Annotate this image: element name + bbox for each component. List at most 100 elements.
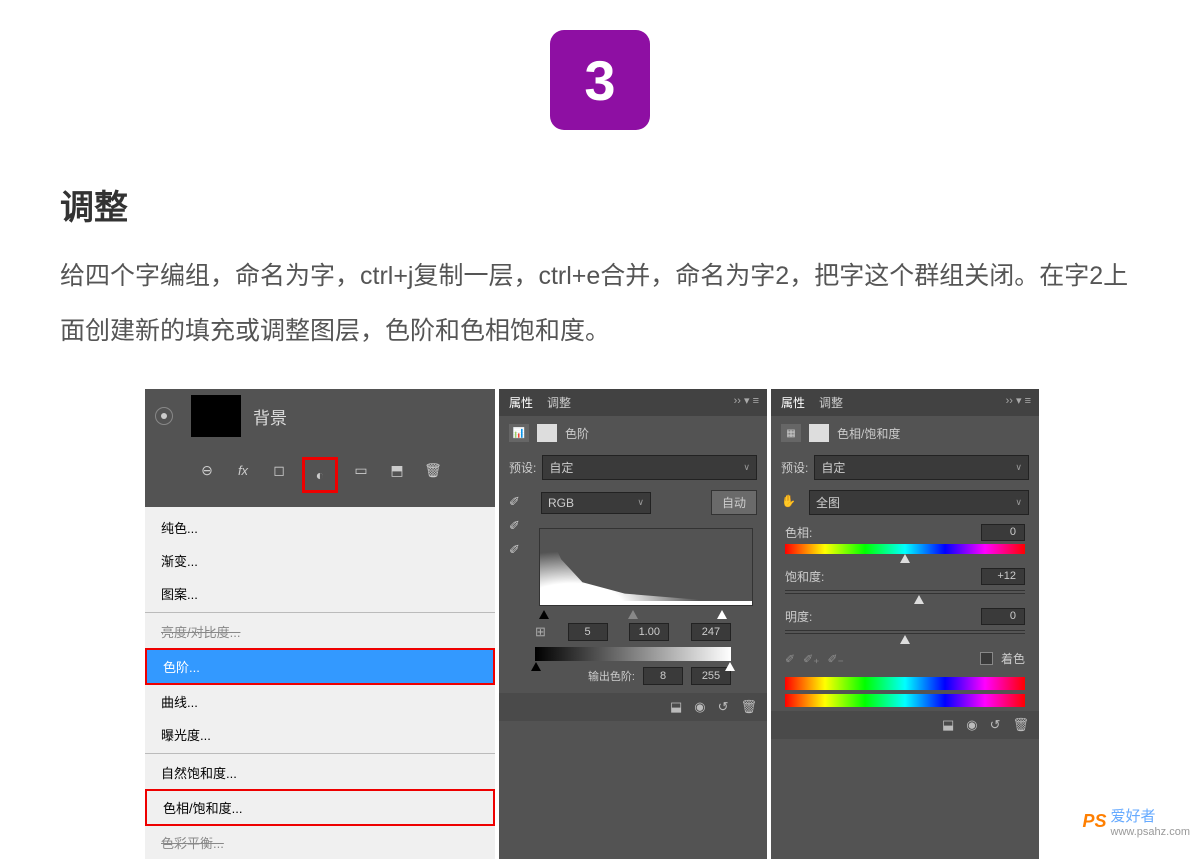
adjustment-button-highlight: ◐ [302, 457, 338, 493]
input-sliders[interactable] [539, 610, 727, 619]
midtone-input[interactable]: 1.00 [629, 623, 669, 641]
light-thumb[interactable] [900, 635, 910, 644]
levels-icon: 📊 [509, 424, 529, 442]
highlight-slider[interactable] [717, 610, 727, 619]
menu-hue-sat[interactable]: 色相/饱和度... [145, 789, 495, 826]
menu-solid-color[interactable]: 纯色... [145, 511, 495, 544]
hue-value[interactable]: 0 [981, 524, 1025, 541]
menu-curves[interactable]: 曲线... [145, 685, 495, 718]
link-icon[interactable]: ⊖ [194, 457, 220, 483]
highlight-input[interactable]: 247 [691, 623, 731, 641]
preset-dropdown[interactable]: 自定 ∨ [542, 455, 757, 480]
hue-label: 色相: [785, 524, 812, 541]
mask-thumb-icon [809, 424, 829, 442]
reset-icon[interactable]: ↺ [990, 717, 1001, 733]
delete-icon[interactable]: 🗑 [420, 457, 446, 483]
histogram[interactable] [539, 528, 753, 606]
hue-thumb[interactable] [900, 554, 910, 563]
eyedropper-plus-icon[interactable]: ✐₊ [803, 652, 819, 666]
chevron-down-icon: ∨ [1015, 462, 1022, 473]
auto-button[interactable]: 自动 [711, 490, 757, 515]
trash-icon[interactable]: 🗑 [1012, 717, 1029, 733]
menu-vibrance[interactable]: 自然饱和度... [145, 756, 495, 789]
menu-exposure[interactable]: 曝光度... [145, 718, 495, 751]
tab-properties[interactable]: 属性 [509, 394, 533, 411]
output-gradient[interactable] [535, 647, 731, 661]
gray-eyedropper-icon[interactable]: ✐ [509, 518, 525, 534]
output-shadow-slider[interactable] [531, 662, 541, 671]
menu-pattern[interactable]: 图案... [145, 577, 495, 610]
sat-value[interactable]: +12 [981, 568, 1025, 585]
collapse-icon[interactable]: ›› ▾ ≡ [1006, 394, 1031, 407]
tab-properties[interactable]: 属性 [781, 394, 805, 411]
trash-icon[interactable]: 🗑 [740, 699, 757, 715]
colorize-checkbox[interactable] [980, 652, 993, 665]
white-eyedropper-icon[interactable]: ✐ [509, 542, 525, 558]
watermark: PS 爱好者 www.psahz.com [1083, 805, 1191, 838]
channel-row: RGB ∨ 自动 [499, 485, 767, 520]
mask-thumb-icon [537, 424, 557, 442]
input-levels: ⊞ 5 1.00 247 [535, 623, 731, 641]
output-levels: 输出色阶: 8 255 [535, 667, 731, 685]
saturation-row: 饱和度: +12 [771, 564, 1039, 604]
menu-separator [145, 612, 495, 613]
range-dropdown[interactable]: 全图 ∨ [809, 490, 1029, 515]
watermark-url: www.psahz.com [1111, 826, 1190, 838]
colorize-row: ✐ ✐₊ ✐₋ 着色 [771, 644, 1039, 673]
hue-sat-icon: ▦ [781, 424, 801, 442]
channel-dropdown[interactable]: RGB ∨ [541, 492, 651, 514]
hand-icon[interactable]: ✋ [781, 494, 799, 512]
chevron-down-icon: ∨ [637, 497, 644, 508]
sat-label: 饱和度: [785, 568, 824, 585]
saturation-slider[interactable] [785, 590, 1025, 594]
menu-brightness[interactable]: 亮度/对比度... [145, 615, 495, 648]
folder-icon[interactable]: ▭ [348, 457, 374, 483]
view-icon[interactable]: ◉ [694, 699, 705, 715]
preset-dropdown[interactable]: 自定 ∨ [814, 455, 1029, 480]
hue-slider[interactable] [785, 544, 1025, 554]
clip-icon[interactable]: ⬓ [670, 699, 682, 715]
new-layer-icon[interactable]: ⬒ [384, 457, 410, 483]
section-description: 给四个字编组，命名为字，ctrl+j复制一层，ctrl+e合并，命名为字2，把字… [60, 249, 1140, 359]
shadow-slider[interactable] [539, 610, 549, 619]
adjustment-name: 色相/饱和度 [837, 425, 900, 442]
chevron-down-icon: ∨ [1015, 497, 1022, 508]
reset-icon[interactable]: ↺ [718, 699, 729, 715]
menu-gradient[interactable]: 渐变... [145, 544, 495, 577]
light-label: 明度: [785, 608, 812, 625]
layer-row[interactable]: 背景 [145, 389, 495, 443]
collapse-icon[interactable]: ›› ▾ ≡ [734, 394, 759, 407]
menu-levels[interactable]: 色阶... [145, 648, 495, 685]
hue-strip-top [785, 677, 1025, 690]
output-shadow-input[interactable]: 8 [643, 667, 683, 685]
eyedropper-minus-icon[interactable]: ✐₋ [827, 652, 843, 666]
mask-icon[interactable]: ◻ [266, 457, 292, 483]
shadow-input[interactable]: 5 [568, 623, 608, 641]
watermark-logo: PS [1083, 811, 1107, 832]
fx-icon[interactable]: fx [230, 457, 256, 483]
adjustment-menu: 纯色... 渐变... 图案... 亮度/对比度... 色阶... 曲线... … [145, 507, 495, 859]
sat-thumb[interactable] [914, 595, 924, 604]
clip-icon[interactable]: ⬓ [942, 717, 954, 733]
menu-color-balance[interactable]: 色彩平衡... [145, 826, 495, 859]
layer-thumbnail[interactable] [191, 395, 241, 437]
panel-footer: ⬓ ◉ ↺ 🗑 [499, 693, 767, 721]
lightness-slider[interactable] [785, 630, 1025, 634]
panel-footer: ⬓ ◉ ↺ 🗑 [771, 711, 1039, 739]
black-eyedropper-icon[interactable]: ✐ [509, 494, 525, 510]
preset-label: 预设: [781, 459, 808, 476]
tab-adjust[interactable]: 调整 [547, 394, 571, 411]
layer-name[interactable]: 背景 [253, 404, 287, 429]
output-label: 输出色阶: [588, 668, 635, 684]
chevron-down-icon: ∨ [743, 462, 750, 473]
eyedropper-icon[interactable]: ✐ [785, 652, 795, 666]
visibility-icon[interactable] [155, 407, 173, 425]
light-value[interactable]: 0 [981, 608, 1025, 625]
section-title: 调整 [60, 180, 1140, 229]
midtone-slider[interactable] [628, 610, 638, 619]
wide-histogram-icon[interactable]: ⊞ [535, 624, 546, 640]
adjustment-layer-icon[interactable]: ◐ [307, 462, 333, 488]
tab-adjust[interactable]: 调整 [819, 394, 843, 411]
output-highlight-slider[interactable] [725, 662, 735, 671]
view-icon[interactable]: ◉ [966, 717, 977, 733]
